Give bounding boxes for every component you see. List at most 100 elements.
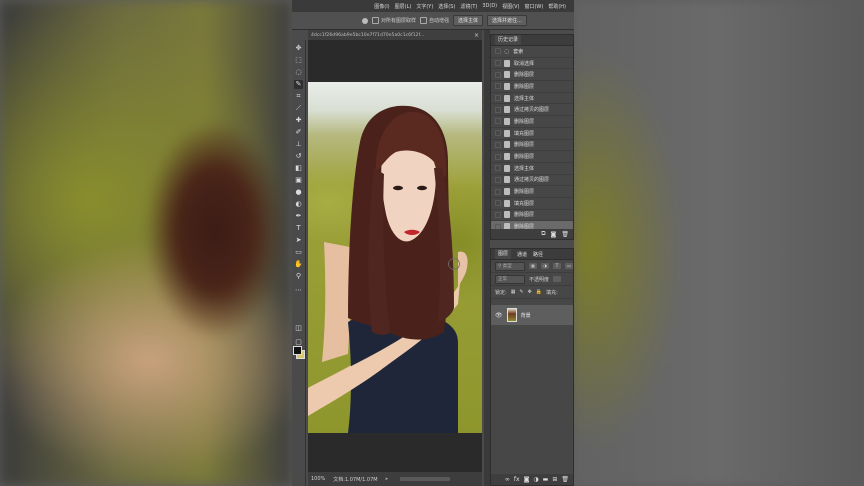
hand-icon[interactable]: ✋ bbox=[294, 260, 303, 269]
adjustment-layer-icon[interactable]: ◑ bbox=[533, 476, 538, 483]
crop-icon[interactable]: ⌗ bbox=[294, 92, 303, 101]
healing-brush-icon[interactable]: ✚ bbox=[294, 116, 303, 125]
history-item[interactable]: 通过拷贝的图层 bbox=[491, 104, 573, 117]
lock-move-icon[interactable]: ✥ bbox=[528, 289, 532, 295]
layer-row-background[interactable]: 👁 背景 bbox=[491, 305, 573, 325]
history-item[interactable]: 选择主体 bbox=[491, 93, 573, 105]
close-icon[interactable]: × bbox=[474, 32, 479, 39]
snapshot-box[interactable] bbox=[495, 118, 501, 125]
brush-size-icon[interactable] bbox=[362, 17, 368, 24]
menu-type[interactable]: 文字(Y) bbox=[416, 3, 433, 10]
history-item[interactable]: 删除图层 bbox=[491, 210, 573, 222]
snapshot-box[interactable] bbox=[495, 83, 501, 90]
camera-icon[interactable]: ◙ bbox=[551, 231, 557, 238]
brush-icon[interactable]: ✐ bbox=[294, 128, 303, 137]
select-and-mask-button[interactable]: 选择并遮住... bbox=[487, 15, 527, 26]
dodge-icon[interactable]: ◐ bbox=[294, 200, 303, 209]
document-size[interactable]: 文档:1.07M/1.07M bbox=[333, 476, 377, 483]
layer-thumbnail[interactable] bbox=[506, 308, 517, 322]
snapshot-box[interactable] bbox=[495, 48, 501, 55]
eyedropper-icon[interactable]: ⟋ bbox=[294, 104, 303, 113]
filter-type-icon[interactable]: T bbox=[553, 263, 561, 269]
menu-view[interactable]: 视图(V) bbox=[502, 3, 519, 10]
snapshot-box[interactable] bbox=[495, 71, 501, 78]
document-tab[interactable]: 4dcc1f26d96ab9e5bc10e7f71d70e5a0c1c6f12f… bbox=[308, 30, 482, 40]
tab-paths[interactable]: 路径 bbox=[533, 251, 543, 258]
lock-pixels-icon[interactable]: ▦ bbox=[511, 289, 516, 295]
eraser-icon[interactable]: ◧ bbox=[294, 164, 303, 173]
blur-icon[interactable]: ● bbox=[294, 188, 303, 197]
zoom-icon[interactable]: ⚲ bbox=[294, 272, 303, 281]
sample-all-layers-checkbox[interactable]: 对所有图层取样 bbox=[372, 17, 416, 24]
history-item[interactable]: 填充图层 bbox=[491, 128, 573, 140]
snapshot-box[interactable] bbox=[495, 141, 501, 148]
history-item[interactable]: 删除图层 bbox=[491, 81, 573, 93]
gradient-icon[interactable]: ▣ bbox=[294, 176, 303, 185]
new-group-icon[interactable]: ▬ bbox=[543, 476, 549, 483]
filter-pixel-icon[interactable]: ▦ bbox=[529, 263, 537, 269]
history-item[interactable]: 删除图层 bbox=[491, 186, 573, 198]
new-document-from-state-icon[interactable]: ⧉ bbox=[541, 230, 545, 238]
tab-channels[interactable]: 通道 bbox=[517, 251, 527, 258]
pen-icon[interactable]: ✒ bbox=[294, 212, 303, 221]
tab-history[interactable]: 历史记录 bbox=[495, 35, 522, 45]
layer-name[interactable]: 背景 bbox=[521, 312, 531, 319]
snapshot-box[interactable] bbox=[495, 106, 501, 113]
link-layers-icon[interactable]: ∞ bbox=[505, 476, 510, 483]
zoom-level[interactable]: 100% bbox=[311, 476, 325, 482]
foreground-color-swatch[interactable] bbox=[293, 346, 302, 355]
blend-mode-select[interactable]: 正常 bbox=[495, 274, 525, 284]
history-item[interactable]: 取消选择 bbox=[491, 58, 573, 70]
menu-filter[interactable]: 滤镜(T) bbox=[460, 3, 477, 10]
photo-canvas[interactable] bbox=[308, 82, 482, 433]
quick-mask-icon[interactable]: ◫ bbox=[294, 324, 303, 333]
snapshot-box[interactable] bbox=[495, 188, 501, 195]
new-layer-icon[interactable]: ⊞ bbox=[552, 476, 557, 483]
history-item[interactable]: 填充图层 bbox=[491, 198, 573, 210]
menu-window[interactable]: 窗口(W) bbox=[524, 3, 543, 10]
snapshot-box[interactable] bbox=[495, 130, 501, 137]
history-item[interactable]: 通过拷贝的图层 bbox=[491, 175, 573, 187]
menu-help[interactable]: 帮助(H) bbox=[548, 3, 566, 10]
trash-icon[interactable]: 🗑 bbox=[561, 476, 569, 483]
menu-layer[interactable]: 图层(L) bbox=[395, 3, 412, 10]
opacity-input[interactable] bbox=[553, 276, 562, 282]
menu-3d[interactable]: 3D(D) bbox=[482, 3, 497, 9]
tab-layers[interactable]: 图层 bbox=[495, 249, 512, 259]
filter-adjust-icon[interactable]: ◑ bbox=[541, 263, 549, 269]
add-mask-icon[interactable]: ◙ bbox=[524, 476, 530, 483]
lasso-icon[interactable]: ◌ bbox=[294, 68, 303, 77]
lock-all-icon[interactable]: 🔒 bbox=[536, 289, 542, 295]
horizontal-scrollbar[interactable] bbox=[400, 477, 451, 481]
clone-stamp-icon[interactable]: ⊥ bbox=[294, 140, 303, 149]
canvas-area[interactable] bbox=[308, 40, 482, 472]
snapshot-box[interactable] bbox=[495, 200, 501, 207]
menu-image[interactable]: 图像(I) bbox=[374, 3, 389, 10]
screen-mode-icon[interactable]: ▢ bbox=[294, 338, 303, 347]
snapshot-box[interactable] bbox=[495, 95, 501, 102]
history-item[interactable]: 选择主体 bbox=[491, 163, 573, 175]
snapshot-box[interactable] bbox=[495, 211, 501, 218]
status-menu-arrow-icon[interactable]: ▸ bbox=[386, 476, 389, 482]
marquee-icon[interactable]: ⬚ bbox=[294, 56, 303, 65]
history-brush-icon[interactable]: ↺ bbox=[294, 152, 303, 161]
lock-paint-icon[interactable]: ✎ bbox=[519, 289, 523, 295]
more-tools-icon[interactable]: ⋯ bbox=[294, 286, 303, 295]
snapshot-box[interactable] bbox=[495, 153, 501, 160]
filter-shape-icon[interactable]: ▭ bbox=[565, 263, 573, 269]
snapshot-box[interactable] bbox=[495, 165, 501, 172]
trash-icon[interactable]: 🗑 bbox=[561, 231, 569, 238]
history-item[interactable]: 删除图层 bbox=[491, 69, 573, 82]
rectangle-icon[interactable]: ▭ bbox=[294, 248, 303, 257]
path-select-icon[interactable]: ➤ bbox=[294, 236, 303, 245]
auto-enhance-checkbox[interactable]: 自动增强 bbox=[420, 17, 449, 24]
history-item[interactable]: 删除图层 bbox=[491, 151, 573, 163]
move-icon[interactable]: ✥ bbox=[294, 44, 303, 53]
snapshot-box[interactable] bbox=[495, 176, 501, 183]
layer-filter-select[interactable]: ⚲ 类型 bbox=[495, 261, 525, 271]
layer-style-icon[interactable]: fx bbox=[514, 476, 520, 483]
menu-select[interactable]: 选择(S) bbox=[438, 3, 455, 10]
history-item[interactable]: ◌ 套索 bbox=[491, 46, 573, 58]
history-item[interactable]: 删除图层 bbox=[491, 140, 573, 152]
snapshot-box[interactable] bbox=[495, 60, 501, 67]
